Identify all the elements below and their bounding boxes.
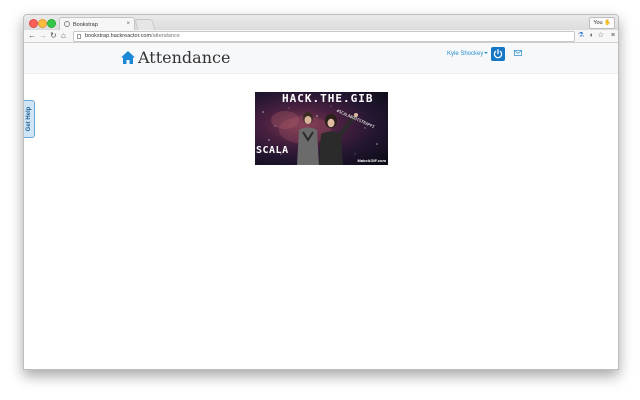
browser-window: Bookstrap × You ✋ ← → ↻ ⌂ bookstrap.hack… bbox=[23, 14, 619, 370]
mail-icon[interactable] bbox=[514, 50, 522, 56]
get-help-label: Get Help bbox=[26, 106, 32, 132]
power-icon bbox=[493, 49, 503, 59]
page-favicon-icon bbox=[64, 21, 70, 27]
url-path: /attendance bbox=[151, 33, 180, 39]
home-icon[interactable]: ⌂ bbox=[61, 31, 66, 41]
bookmark-star-icon[interactable]: ☆ bbox=[598, 31, 604, 41]
forward-arrow-icon[interactable]: → bbox=[39, 31, 47, 41]
url-text: bookstrap.hackreactor.com/attendance bbox=[85, 33, 180, 39]
home-icon bbox=[121, 51, 135, 64]
maximize-window-button[interactable] bbox=[47, 19, 56, 28]
hand-icon: ✋ bbox=[604, 20, 611, 26]
hero-gif: HACK.THE.GIB #SCALABOOTSTRAPPI SCALA Mak… bbox=[255, 92, 388, 165]
back-arrow-icon[interactable]: ← bbox=[28, 31, 36, 41]
extension-icon[interactable]: ⚗ bbox=[578, 31, 584, 41]
minimize-window-button[interactable] bbox=[38, 19, 47, 28]
page-icon bbox=[77, 33, 81, 39]
close-window-button[interactable] bbox=[29, 19, 38, 28]
hero-bottom-text: SCALA bbox=[256, 145, 289, 156]
address-bar[interactable]: bookstrap.hackreactor.com/attendance bbox=[73, 31, 575, 42]
browser-toolbar: ← → ↻ ⌂ bookstrap.hackreactor.com/attend… bbox=[24, 30, 618, 43]
site-header: Attendance Kyle Shockey bbox=[24, 43, 618, 74]
page-content: Attendance Kyle Shockey Get Help HACK.TH… bbox=[24, 43, 618, 369]
browser-tab[interactable]: Bookstrap × bbox=[59, 17, 135, 31]
logout-button[interactable] bbox=[491, 47, 505, 61]
tab-close-icon[interactable]: × bbox=[126, 21, 130, 27]
user-menu-dropdown[interactable]: Kyle Shockey bbox=[447, 51, 489, 57]
page-title: Attendance bbox=[138, 48, 231, 67]
reload-icon[interactable]: ↻ bbox=[50, 31, 57, 41]
browser-titlebar: Bookstrap × You ✋ bbox=[24, 15, 618, 31]
url-domain: bookstrap.hackreactor.com bbox=[85, 33, 152, 39]
extension-circle-icon[interactable]: ◐ bbox=[590, 31, 594, 41]
menu-hamburger-icon[interactable]: ≡ bbox=[611, 31, 615, 41]
browser-profile-button[interactable]: You ✋ bbox=[589, 17, 615, 29]
tab-title: Bookstrap bbox=[73, 21, 98, 28]
profile-label: You bbox=[593, 20, 603, 26]
watermark: MakeAGIF.com bbox=[357, 158, 386, 163]
caret-down-icon bbox=[484, 52, 489, 55]
hero-top-text: HACK.THE.GIB bbox=[282, 92, 374, 105]
user-name: Kyle Shockey bbox=[447, 51, 484, 57]
get-help-tab[interactable]: Get Help bbox=[24, 100, 35, 138]
